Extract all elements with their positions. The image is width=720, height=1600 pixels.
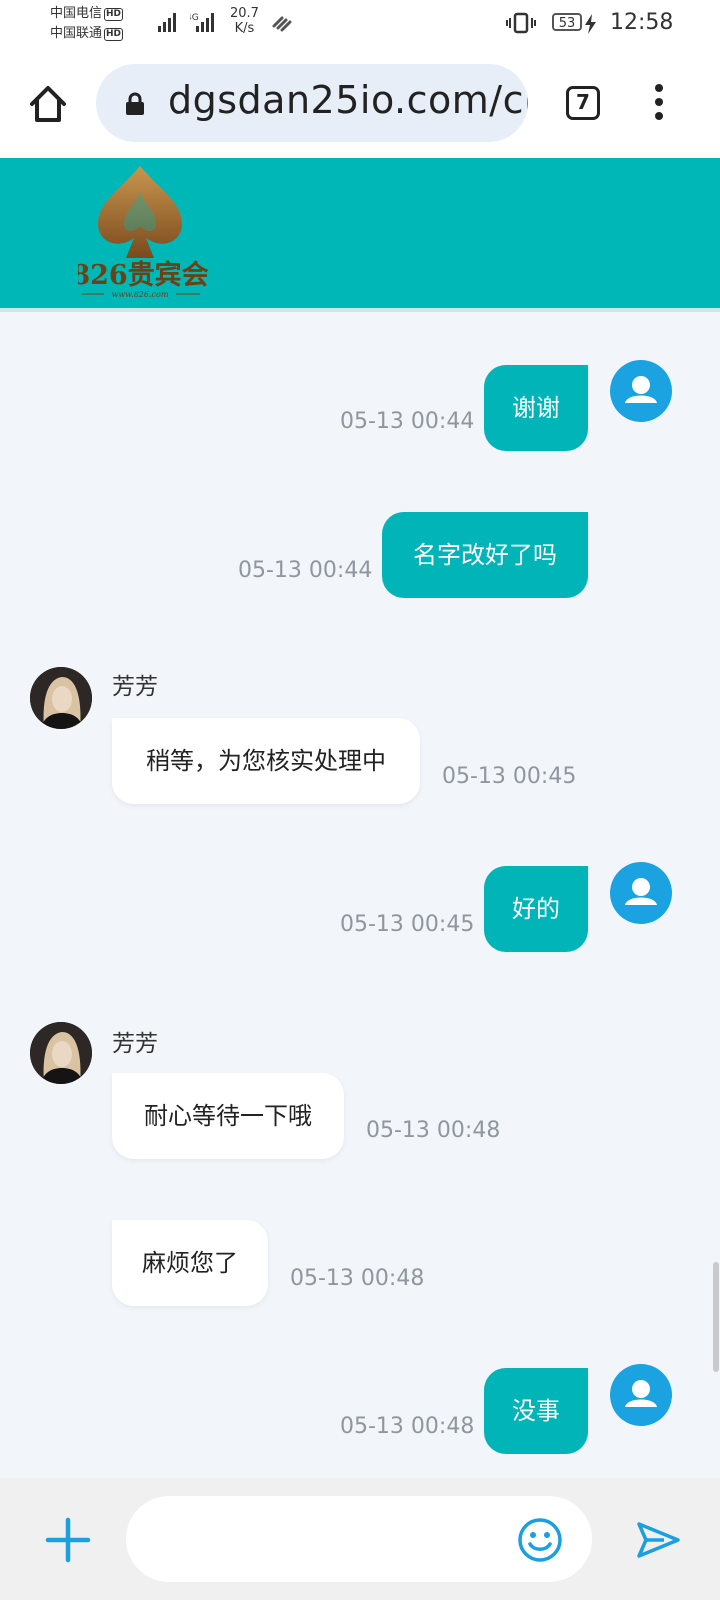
clock: 12:58 [610, 10, 674, 35]
hd-badge-2: HD [104, 28, 124, 41]
signal-icon-2: 4G [190, 13, 214, 32]
agent-name: 芳芳 [112, 674, 158, 700]
message-bubble[interactable]: 麻烦您了 [112, 1220, 268, 1306]
home-button[interactable] [26, 82, 70, 126]
carrier-1: 中国电信 [50, 6, 103, 21]
logo-text: 826贵宾会 [78, 259, 208, 291]
attach-plus-button[interactable] [44, 1516, 92, 1564]
brand-logo[interactable]: 826贵宾会 www.826.com [78, 162, 208, 304]
user-icon [625, 878, 657, 905]
agent-avatar [30, 1022, 92, 1084]
scrollbar-thumb[interactable] [713, 1262, 719, 1372]
message-time: 05-13 00:44 [340, 409, 475, 434]
menu-dot [655, 112, 663, 120]
network-speed: 20.7 K/s [230, 6, 259, 36]
user-avatar [610, 862, 672, 924]
message-time: 05-13 00:45 [340, 912, 475, 937]
message-bubble[interactable]: 没事 [484, 1368, 588, 1454]
emoji-button[interactable] [516, 1516, 564, 1564]
carrier-2: 中国联通 [50, 26, 103, 41]
user-avatar [610, 1364, 672, 1426]
agent-photo [30, 1022, 92, 1084]
charging-icon [585, 14, 596, 34]
agent-avatar [30, 667, 92, 729]
send-button[interactable] [634, 1516, 682, 1564]
address-bar[interactable]: dgsdan25io.com/cha [96, 64, 528, 142]
vibrate-icon [506, 12, 536, 34]
message-time: 05-13 00:48 [366, 1118, 501, 1143]
more-menu-button[interactable] [654, 84, 664, 124]
message-time: 05-13 00:44 [238, 558, 373, 583]
hd-badge-1: HD [104, 8, 124, 21]
browser-toolbar: dgsdan25io.com/cha 7 [0, 48, 720, 158]
speed-unit: K/s [234, 21, 255, 36]
status-bar: 中国电信HD 中国联通HD 4G 4G 20.7 K/s 53 12:58 [0, 0, 720, 48]
site-header: 826贵宾会 www.826.com [0, 158, 720, 312]
menu-dot [655, 98, 663, 106]
message-bubble[interactable]: 耐心等待一下哦 [112, 1073, 344, 1159]
user-icon [625, 376, 657, 403]
message-time: 05-13 00:48 [290, 1266, 425, 1291]
menu-dot [655, 84, 663, 92]
lock-icon [126, 92, 144, 115]
agent-photo [30, 667, 92, 729]
message-time: 05-13 00:48 [340, 1414, 475, 1439]
net-type-2: 4G [190, 13, 199, 23]
message-bubble[interactable]: 谢谢 [484, 365, 588, 451]
chat-messages[interactable]: 谢谢 05-13 00:44 名字改好了吗 05-13 00:44 芳芳 稍等，… [0, 312, 720, 1478]
message-time: 05-13 00:45 [442, 764, 577, 789]
message-bubble[interactable]: 好的 [484, 866, 588, 952]
logo-subtext: www.826.com [112, 290, 169, 299]
carrier-info: 中国电信 HD 中国联通 HD [50, 4, 124, 44]
user-avatar [610, 360, 672, 422]
tabs-button[interactable]: 7 [566, 86, 600, 120]
message-bubble[interactable]: 名字改好了吗 [382, 512, 588, 598]
url-text: dgsdan25io.com/cha [168, 78, 528, 122]
signal-icon-1: 4G [158, 13, 176, 32]
battery-indicator: 53 [552, 13, 582, 31]
agent-name: 芳芳 [112, 1031, 158, 1057]
message-bubble[interactable]: 稍等，为您核实处理中 [112, 718, 420, 804]
user-icon [625, 1380, 657, 1407]
message-composer [0, 1478, 720, 1600]
speed-value: 20.7 [230, 6, 259, 21]
hotspot-icon [272, 16, 292, 32]
